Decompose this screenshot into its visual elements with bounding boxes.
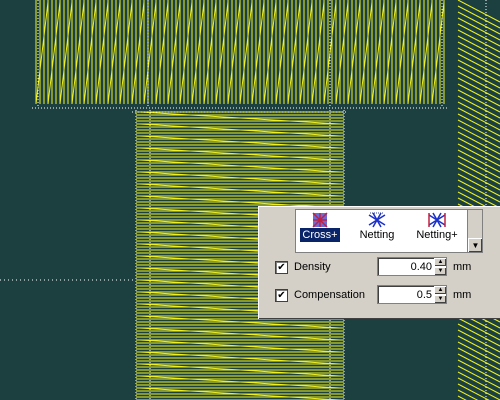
spin-down-arrow-icon[interactable]: ▼ — [434, 267, 446, 275]
density-unit: mm — [453, 261, 472, 273]
fill-style-label: Cross+ — [300, 228, 340, 242]
compensation-unit: mm — [453, 289, 472, 301]
spin-up-arrow-icon[interactable]: ▲ — [434, 258, 446, 266]
netting-plus-fill-icon — [428, 212, 446, 228]
fill-properties-panel: Cross+ Netting Netting+ ▼ ✔ Density 0.40… — [258, 206, 500, 319]
density-spinbox[interactable]: 0.40 ▲ ▼ — [377, 257, 447, 276]
compensation-checkbox[interactable]: ✔ — [275, 289, 288, 302]
fill-style-netting-plus[interactable]: Netting+ — [408, 210, 466, 250]
netting-fill-icon — [368, 212, 386, 228]
density-row: ✔ Density 0.40 ▲ ▼ mm — [275, 257, 495, 279]
compensation-row: ✔ Compensation 0.5 ▲ ▼ mm — [275, 285, 495, 307]
fill-style-netting[interactable]: Netting — [350, 210, 404, 250]
embroidery-design-canvas[interactable] — [0, 0, 500, 400]
fill-style-cross-plus[interactable]: Cross+ — [300, 210, 340, 250]
gallery-scrollbar[interactable]: ▼ — [467, 210, 482, 252]
compensation-spinbox[interactable]: 0.5 ▲ ▼ — [377, 285, 447, 304]
fill-style-label: Netting — [359, 229, 395, 241]
spin-down-arrow-icon[interactable]: ▼ — [434, 295, 446, 303]
spin-up-arrow-icon[interactable]: ▲ — [434, 286, 446, 294]
density-value[interactable]: 0.40 — [411, 261, 432, 273]
fill-style-label: Netting+ — [416, 229, 458, 241]
compensation-label: Compensation — [294, 289, 365, 301]
cross-plus-fill-icon — [312, 212, 328, 228]
scroll-down-arrow-icon[interactable]: ▼ — [468, 238, 482, 252]
density-checkbox[interactable]: ✔ — [275, 261, 288, 274]
fill-style-gallery[interactable]: Cross+ Netting Netting+ ▼ — [295, 209, 483, 253]
compensation-value[interactable]: 0.5 — [417, 289, 432, 301]
density-label: Density — [294, 261, 331, 273]
